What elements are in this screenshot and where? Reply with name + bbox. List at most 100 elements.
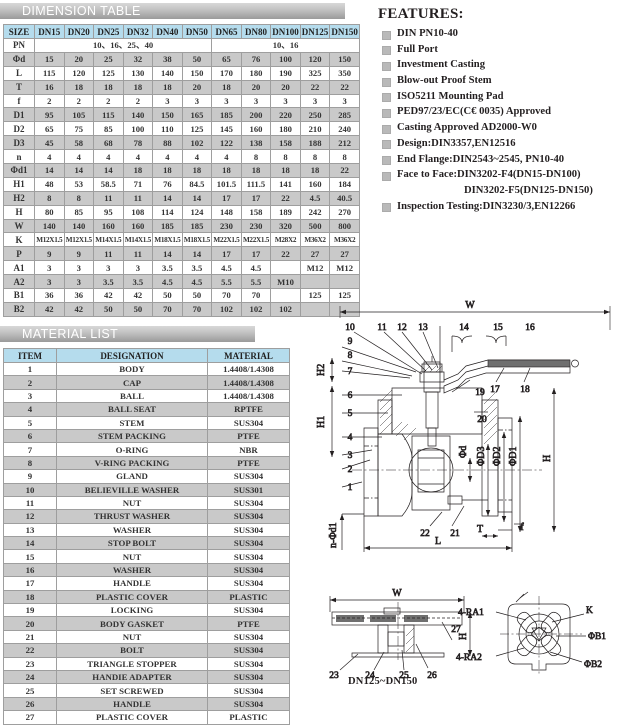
material-item: 25: [3, 683, 57, 698]
dim-col-header-dn15: DN15: [34, 24, 65, 39]
dim-cell: 4: [122, 149, 154, 165]
dim-cell: 50: [181, 51, 213, 67]
dim-cell: [270, 260, 301, 276]
material-table-row: 12 THRUST WASHER SUS304: [3, 509, 290, 524]
material-col-header-designation: DESIGNATION: [56, 348, 208, 363]
material-material: 1.4408/1.4308: [207, 375, 290, 390]
dim-cell: M36X2: [329, 232, 360, 248]
dim-cell: 320: [270, 218, 301, 234]
dim-cell: 11: [93, 190, 124, 206]
balloon-9: 9: [348, 337, 353, 347]
balloon-3: 3: [348, 451, 353, 461]
dim-cell: 18: [270, 163, 301, 178]
dim-col-header-dn32: DN32: [122, 24, 154, 39]
dim-cell: 114: [152, 204, 183, 220]
dim-cell: 20: [270, 79, 301, 95]
material-material: SUS304: [207, 509, 290, 524]
dim-row-label: A1: [3, 260, 35, 276]
dim-pn-right: 10、16: [211, 38, 360, 53]
dim-cell: 3.5: [93, 274, 124, 290]
valve-assembly-drawing: W 10 11 12 13 14 15 16 9 8 7 6 5 4 3 2 1: [316, 300, 611, 681]
dim-cell: 18: [63, 79, 95, 95]
dim-cell: 58: [63, 135, 95, 151]
feature-item: End Flange:DIN2543~2545, PN10-40: [378, 153, 628, 167]
material-designation: SET SCREWED: [56, 683, 208, 698]
dim-cell: 3.5: [152, 260, 183, 276]
material-material: NBR: [207, 442, 290, 457]
dim-cell: 50: [152, 288, 183, 303]
material-item: 12: [3, 509, 57, 524]
dim-row-label: B1: [3, 288, 35, 303]
dim-cell: 2: [122, 93, 154, 109]
dim-col-header-size: SIZE: [3, 24, 35, 39]
dim-cell: 18: [181, 163, 213, 178]
dim-cell: M14X1.5: [122, 232, 154, 248]
feature-label: PED97/23/EC(C€ 0035) Approved: [397, 106, 552, 118]
dim-col-header-dn40: DN40: [152, 24, 183, 39]
material-table-row: 1 BODY 1.4408/1.4308: [3, 361, 290, 377]
material-col-header-item: ITEM: [3, 348, 57, 363]
dim-cell: M12: [299, 260, 331, 276]
dim-cell: 180: [240, 65, 272, 81]
dim-cell: 22: [329, 79, 360, 95]
dim-row-label: B2: [3, 301, 35, 317]
material-designation: GLAND: [56, 469, 208, 484]
dim-cell: 130: [122, 65, 154, 81]
dim-cell: 4.5: [152, 274, 183, 290]
material-designation: NUT: [56, 629, 208, 645]
dim-cell: 11: [122, 190, 154, 206]
material-table-row: 22 BOLT SUS304: [3, 643, 290, 658]
dim-cell: 3.5: [122, 274, 154, 290]
dim-cell: 42: [122, 288, 154, 303]
material-table-row: 25 SET SCREWED SUS304: [3, 683, 290, 698]
dim-col-header-dn65: DN65: [211, 24, 242, 39]
dim-cell: 18: [122, 79, 154, 95]
material-material: SUS304: [207, 683, 290, 698]
dim-cell: 325: [299, 65, 331, 81]
material-table-row: 23 TRIANGLE STOPPER SUS304: [3, 656, 290, 671]
dim-cell: 242: [299, 204, 331, 220]
dim-pn-left: 10、16、25、40: [33, 38, 213, 53]
balloon-26: 26: [427, 671, 437, 681]
flange-label-k: K: [586, 606, 593, 616]
bullet-square-icon: [382, 30, 391, 40]
dim-cell: 40.5: [329, 190, 360, 206]
dim-cell: [299, 274, 331, 290]
material-item: 15: [3, 549, 57, 564]
material-material: SUS304: [207, 469, 290, 484]
material-designation: THRUST WASHER: [56, 509, 208, 524]
dim-row-label: D2: [3, 121, 35, 137]
dim-cell: 158: [270, 135, 301, 151]
material-table-row: 13 WASHER SUS304: [3, 522, 290, 538]
dim-label-t: T: [477, 524, 483, 535]
dim-cell: 100: [270, 51, 301, 67]
material-material: SUS304: [207, 562, 290, 578]
dim-cell: 88: [152, 135, 183, 151]
dim-cell: 65: [34, 121, 65, 137]
dim-row-label: H2: [3, 190, 35, 206]
dim-cell: 108: [122, 204, 154, 220]
dim-cell: 85: [93, 121, 124, 137]
dim-cell: 170: [211, 65, 242, 81]
material-table-row: 21 NUT SUS304: [3, 629, 290, 645]
material-designation: BOLT: [56, 643, 208, 658]
dim-cell: 18: [152, 79, 183, 95]
dim-cell: 3: [299, 93, 331, 109]
dim-cell: M28X2: [270, 232, 301, 248]
dim-cell: 4: [152, 149, 183, 165]
material-designation: NUT: [56, 495, 208, 511]
dim-cell: 185: [152, 218, 183, 234]
dim-cell: 48: [34, 176, 65, 192]
dim-cell: 3.5: [181, 260, 213, 276]
dim-cell: M10: [270, 274, 301, 290]
dim-cell: 11: [93, 246, 124, 262]
dim-cell: 76: [152, 176, 183, 192]
dim-cell: 140: [34, 218, 65, 234]
material-table-row: 27 PLASTIC COVER PLASTIC: [3, 710, 290, 725]
bullet-square-icon: [382, 77, 391, 87]
material-item: 20: [3, 616, 57, 631]
dim-cell: 4.5: [181, 274, 213, 290]
material-material: RPTFE: [207, 402, 290, 417]
dim-row-h1: H1 48 53 58.5 71 76 84.5 101.5 111.5 141 160 184: [3, 176, 360, 192]
dim-cell: 200: [240, 107, 272, 123]
